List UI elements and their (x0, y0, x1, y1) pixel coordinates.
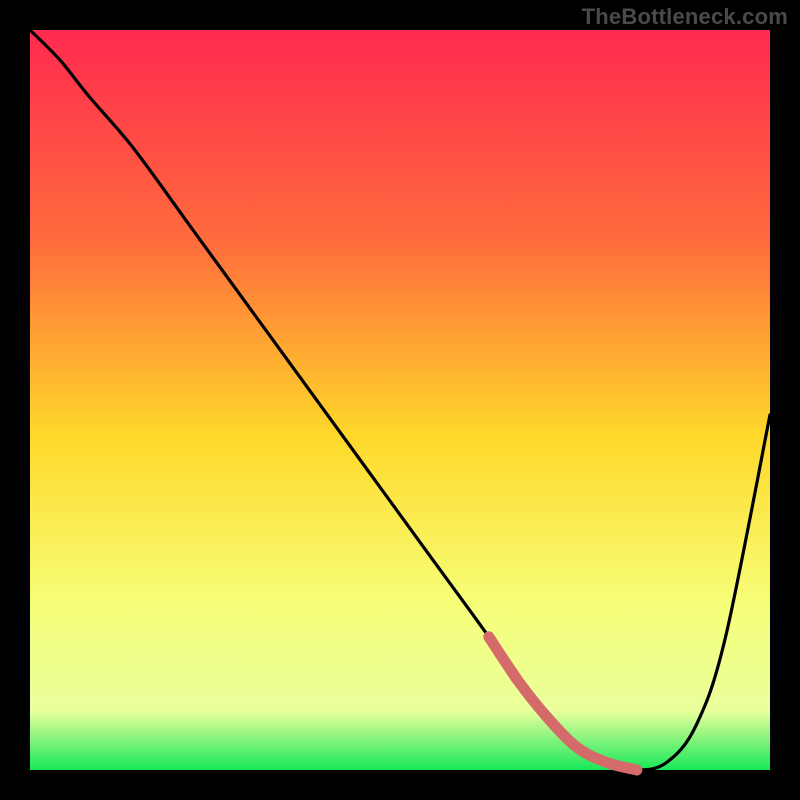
chart-frame: { "watermark": "TheBottleneck.com", "col… (0, 0, 800, 800)
bottleneck-chart (0, 0, 800, 800)
plot-background (30, 30, 770, 770)
